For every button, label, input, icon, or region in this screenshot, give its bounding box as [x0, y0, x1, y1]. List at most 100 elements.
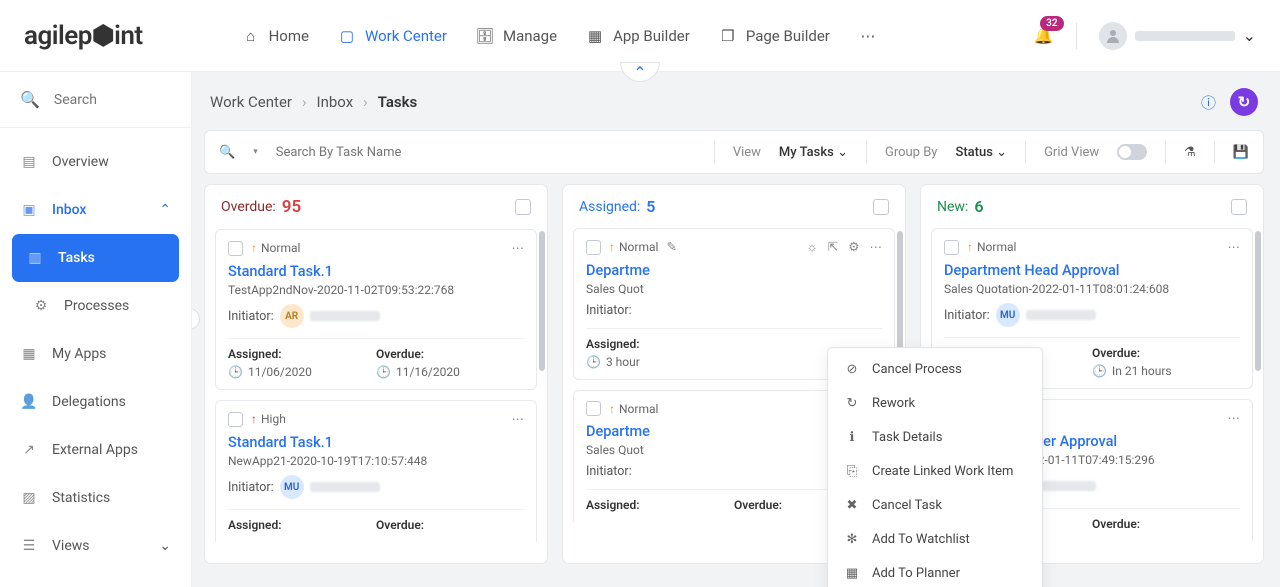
chevron-down-icon[interactable]: ▾: [253, 147, 258, 157]
crumb-wc[interactable]: Work Center: [210, 93, 292, 111]
notifications[interactable]: 🔔 32: [1034, 26, 1054, 45]
task-checkbox[interactable]: [228, 412, 243, 427]
refresh-icon: ↻: [844, 396, 860, 411]
initiator-label: Initiator:: [586, 303, 632, 318]
overdue-count: 95: [282, 197, 301, 217]
sidebar-inbox[interactable]: ▣Inbox⌃: [0, 186, 191, 234]
list-icon: ☰: [20, 537, 38, 555]
task-checkbox[interactable]: [944, 240, 959, 255]
menu-label: Add To Watchlist: [872, 532, 970, 547]
select-all-new[interactable]: [1231, 199, 1247, 215]
task-card[interactable]: ↑High⋯ Standard Task.1 NewApp21-2020-10-…: [215, 400, 537, 542]
sidebar-views[interactable]: ☰Views⌄: [0, 522, 191, 570]
group-select[interactable]: Status ⌄: [955, 145, 1007, 160]
open-icon[interactable]: ⇱: [828, 239, 838, 255]
sb-ext-label: External Apps: [52, 442, 138, 458]
task-checkbox[interactable]: [586, 401, 601, 416]
task-checkbox[interactable]: [228, 241, 243, 256]
sb-views-label: Views: [52, 538, 90, 554]
username: [1135, 31, 1235, 41]
grid-icon: ▦: [585, 26, 605, 46]
filter-icon[interactable]: ⚗: [1184, 145, 1196, 160]
nav-ab-label: App Builder: [613, 27, 690, 45]
sidebar-delegations[interactable]: 👤 Delegations: [0, 378, 191, 426]
nav-app-builder[interactable]: ▦ App Builder: [585, 26, 690, 46]
task-search-input[interactable]: [276, 145, 476, 160]
edit-icon[interactable]: ✎: [666, 239, 676, 255]
crumb-inbox[interactable]: Inbox: [317, 93, 354, 111]
gridview-toggle[interactable]: [1117, 144, 1147, 160]
more-icon[interactable]: ⋯: [512, 411, 525, 427]
overdue-label: Overdue:: [376, 518, 524, 532]
menu-cancel-process[interactable]: ⊘Cancel Process: [828, 352, 1042, 386]
initiator-label: Initiator:: [228, 309, 274, 324]
sb-deleg-label: Delegations: [52, 394, 126, 410]
nav-page-builder[interactable]: ❐Page Builder: [718, 26, 830, 46]
task-card[interactable]: ↑Normal⋯ Standard Task.1 TestApp2ndNov-2…: [215, 229, 537, 390]
menu-label: Rework: [872, 396, 915, 411]
nav-work-center[interactable]: ▢Work Center: [337, 26, 447, 46]
person-icon: 👤: [20, 393, 38, 411]
initiator-name: [310, 311, 380, 321]
inbox-icon: ▣: [20, 201, 38, 219]
sidebar-statistics[interactable]: ▨Statistics: [0, 474, 191, 522]
select-all-assigned[interactable]: [873, 199, 889, 215]
overdue-value: In 21 hours: [1112, 364, 1172, 378]
menu-cancel-task[interactable]: ✖Cancel Task: [828, 488, 1042, 522]
priority-label: Normal: [977, 240, 1016, 254]
external-icon: ↗: [20, 441, 38, 459]
nav-more[interactable]: ⋯: [858, 26, 878, 46]
more-icon[interactable]: ⋯: [512, 240, 525, 256]
menu-add-planner[interactable]: ▦Add To Planner: [828, 556, 1042, 587]
sun-icon[interactable]: ☼: [806, 240, 817, 255]
nav-manage[interactable]: 🗄Manage: [475, 26, 557, 46]
save-icon[interactable]: 💾: [1233, 145, 1249, 160]
menu-rework[interactable]: ↻ Rework: [828, 386, 1042, 420]
task-subtitle: TestApp2ndNov-2020-11-02T09:53:22:768: [228, 283, 524, 297]
task-checkbox[interactable]: [586, 240, 601, 255]
search-input[interactable]: [54, 92, 154, 108]
priority-label: Normal: [261, 241, 300, 255]
sb-myapps-label: My Apps: [52, 346, 106, 362]
cancel-icon: ✖: [844, 498, 860, 513]
task-title[interactable]: Department Head Approval: [944, 262, 1240, 279]
more-icon[interactable]: ⋯: [870, 239, 883, 255]
task-title[interactable]: Departme: [586, 262, 882, 279]
menu-add-watchlist[interactable]: ✻Add To Watchlist: [828, 522, 1042, 556]
overdue-value: 11/16/2020: [396, 365, 460, 379]
sidebar-myapps[interactable]: ▦My Apps: [0, 330, 191, 378]
sidebar-search[interactable]: 🔍: [0, 72, 191, 128]
new-label: New:: [937, 199, 968, 215]
sidebar-processes[interactable]: ⚙Processes: [0, 282, 191, 330]
scrollbar[interactable]: [1255, 231, 1261, 371]
home-icon: ⌂: [241, 26, 261, 46]
more-icon[interactable]: ⋯: [1228, 410, 1241, 426]
nav-wc-label: Work Center: [365, 27, 447, 45]
overdue-label: Overdue:: [1092, 517, 1240, 531]
collapse-sidebar[interactable]: ‹: [192, 308, 200, 330]
search-icon[interactable]: 🔍: [219, 145, 235, 160]
refresh-button[interactable]: ↻: [1230, 88, 1258, 116]
chevron-up-icon: ⌃: [633, 63, 646, 82]
initiator-avatar: MU: [280, 475, 304, 499]
sidebar-external[interactable]: ↗ External Apps: [0, 426, 191, 474]
sidebar-overview[interactable]: ▤Overview: [0, 138, 191, 186]
task-title[interactable]: Standard Task.1: [228, 434, 524, 451]
scrollbar[interactable]: [539, 231, 545, 371]
menu-task-details[interactable]: ℹTask Details: [828, 420, 1042, 454]
user-menu[interactable]: ⌄: [1099, 22, 1256, 50]
sidebar: 🔍 ▤Overview ▣Inbox⌃ ▥Tasks ⚙Processes ▦M…: [0, 72, 192, 587]
nav-home[interactable]: ⌂Home: [241, 26, 309, 46]
select-all-overdue[interactable]: [515, 199, 531, 215]
info-icon[interactable]: ⓘ: [1201, 92, 1216, 113]
more-icon[interactable]: ⋯: [1228, 239, 1241, 255]
new-count: 6: [974, 197, 983, 216]
gear-icon[interactable]: ⚙: [848, 239, 859, 255]
view-select[interactable]: My Tasks ⌄: [779, 145, 848, 160]
chevron-up-icon: ⌃: [159, 202, 171, 218]
sidebar-tasks[interactable]: ▥Tasks: [12, 234, 179, 282]
task-title[interactable]: Standard Task.1: [228, 263, 524, 280]
cancel-icon: ⊘: [844, 362, 860, 377]
menu-create-linked[interactable]: ⎘Create Linked Work Item: [828, 454, 1042, 488]
more-icon: ⋯: [858, 26, 878, 46]
